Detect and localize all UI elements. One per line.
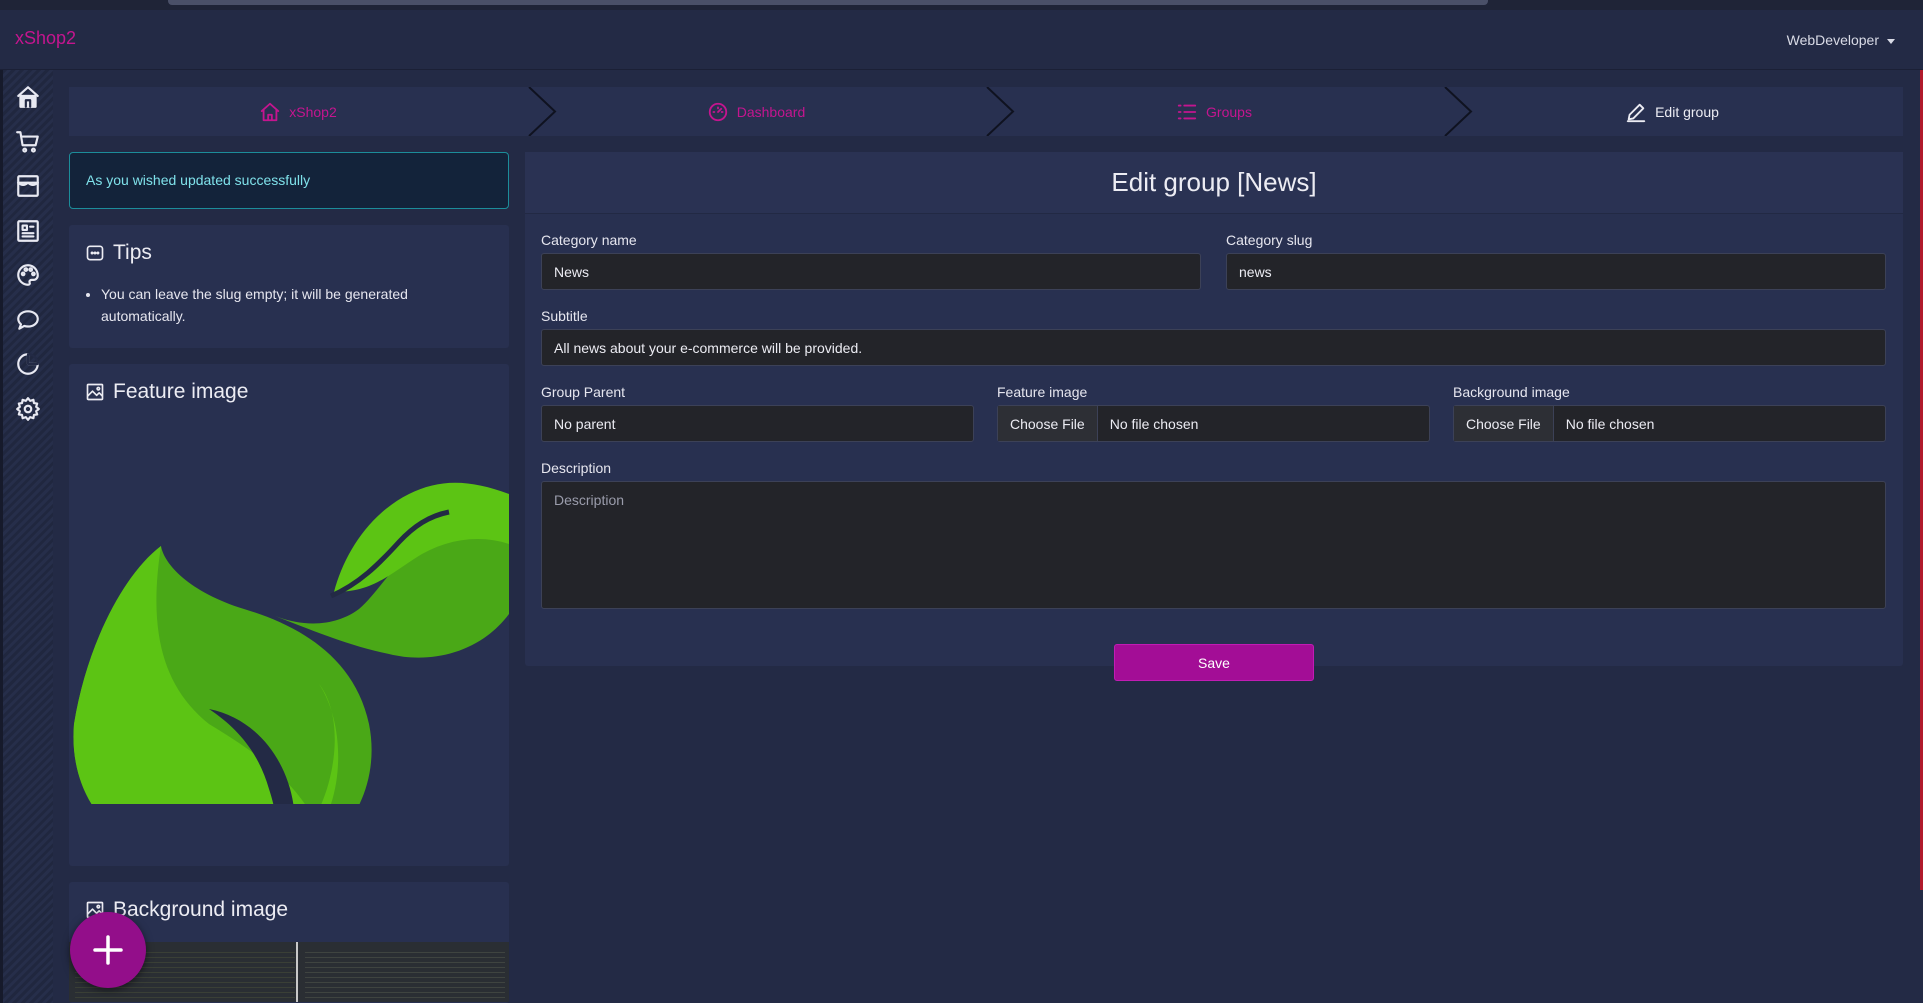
sidebar-item-cart[interactable] xyxy=(13,127,43,157)
file-status: No file chosen xyxy=(1565,415,1655,432)
comment-icon xyxy=(17,310,39,330)
category-slug-input[interactable]: news xyxy=(1226,253,1886,290)
breadcrumb-item-edit-group: Edit group xyxy=(1443,87,1901,136)
list-icon xyxy=(1177,104,1197,119)
tips-list: You can leave the slug empty; it will be… xyxy=(101,283,493,327)
file-status: No file chosen xyxy=(1109,415,1199,432)
sidebar-item-home[interactable] xyxy=(13,82,43,112)
success-alert: As you wished updated successfully xyxy=(69,152,509,209)
description-textarea[interactable]: Description xyxy=(541,481,1886,609)
home-icon xyxy=(17,86,39,108)
feature-image-title: Feature image xyxy=(69,364,509,404)
feature-image-card: Feature image xyxy=(69,364,509,866)
form-title: Edit group [News] xyxy=(525,152,1903,214)
tips-title-text: Tips xyxy=(113,241,152,264)
caret-down-icon xyxy=(1887,38,1895,44)
image-icon xyxy=(86,383,104,401)
choose-file-button[interactable]: Choose File xyxy=(998,406,1098,441)
user-name: WebDeveloper xyxy=(1786,32,1879,48)
pie-chart-icon xyxy=(17,353,39,375)
sidebar-item-news[interactable] xyxy=(13,216,43,246)
subtitle-label: Subtitle xyxy=(541,308,588,324)
breadcrumb: xShop2 Dashboard Groups Edit group xyxy=(69,86,1903,137)
sidebar-item-comments[interactable] xyxy=(13,305,43,335)
alert-message: As you wished updated successfully xyxy=(86,172,311,188)
feature-image-label: Feature image xyxy=(997,384,1088,400)
breadcrumb-item-groups[interactable]: Groups xyxy=(985,87,1443,136)
group-parent-select[interactable]: No parent xyxy=(541,405,974,442)
user-menu[interactable]: WebDeveloper xyxy=(1787,32,1895,48)
sidebar-item-store[interactable] xyxy=(13,171,43,201)
category-slug-label: Category slug xyxy=(1226,232,1313,248)
home-icon xyxy=(261,102,280,121)
breadcrumb-label: Edit group xyxy=(1655,103,1719,120)
breadcrumb-label: xShop2 xyxy=(289,103,337,120)
breadcrumb-label: Dashboard xyxy=(736,103,806,120)
sidebar-item-themes[interactable] xyxy=(13,260,43,290)
dashboard-icon xyxy=(708,102,727,121)
tip-item: You can leave the slug empty; it will be… xyxy=(101,283,493,327)
breadcrumb-label: Groups xyxy=(1206,103,1252,120)
brand-link[interactable]: xShop2 xyxy=(15,28,76,49)
background-image-label: Background image xyxy=(1453,384,1570,400)
sidebar-item-stats[interactable] xyxy=(13,349,43,379)
background-image-title: Background image xyxy=(69,882,509,922)
breadcrumb-item-dashboard[interactable]: Dashboard xyxy=(527,87,985,136)
browser-scrollbar[interactable] xyxy=(168,0,1488,5)
feature-image-file-input[interactable]: Choose File No file chosen xyxy=(997,405,1430,442)
choose-file-button[interactable]: Choose File xyxy=(1454,406,1554,441)
feature-image-preview xyxy=(69,424,509,804)
group-parent-label: Group Parent xyxy=(541,384,626,400)
palette-icon xyxy=(17,264,39,286)
sidebar-item-settings[interactable] xyxy=(13,394,43,424)
background-image-file-input[interactable]: Choose File No file chosen xyxy=(1453,405,1886,442)
breadcrumb-item-home[interactable]: xShop2 xyxy=(69,87,527,136)
top-header: xShop2 WebDeveloper xyxy=(0,10,1923,70)
store-icon xyxy=(17,175,39,197)
description-label: Description xyxy=(541,460,612,476)
tips-card: Tips You can leave the slug empty; it wi… xyxy=(69,225,509,348)
leaf-logo-image xyxy=(73,482,509,804)
tips-title: Tips xyxy=(69,225,509,265)
gear-icon xyxy=(16,397,40,421)
subtitle-input[interactable]: All news about your e-commerce will be p… xyxy=(541,329,1886,366)
save-button[interactable]: Save xyxy=(1114,644,1314,681)
category-name-label: Category name xyxy=(541,232,637,248)
sidebar xyxy=(0,70,53,1003)
category-name-input[interactable]: News xyxy=(541,253,1201,290)
background-image-title-text: Background image xyxy=(113,898,289,921)
add-fab-button[interactable] xyxy=(70,912,146,988)
feature-image-title-text: Feature image xyxy=(113,380,249,403)
plus-icon xyxy=(93,935,123,965)
top-strip xyxy=(0,0,1923,10)
pencil-icon xyxy=(1626,103,1646,122)
news-icon xyxy=(17,220,39,242)
info-box-icon xyxy=(86,245,104,261)
cart-icon xyxy=(16,131,39,153)
